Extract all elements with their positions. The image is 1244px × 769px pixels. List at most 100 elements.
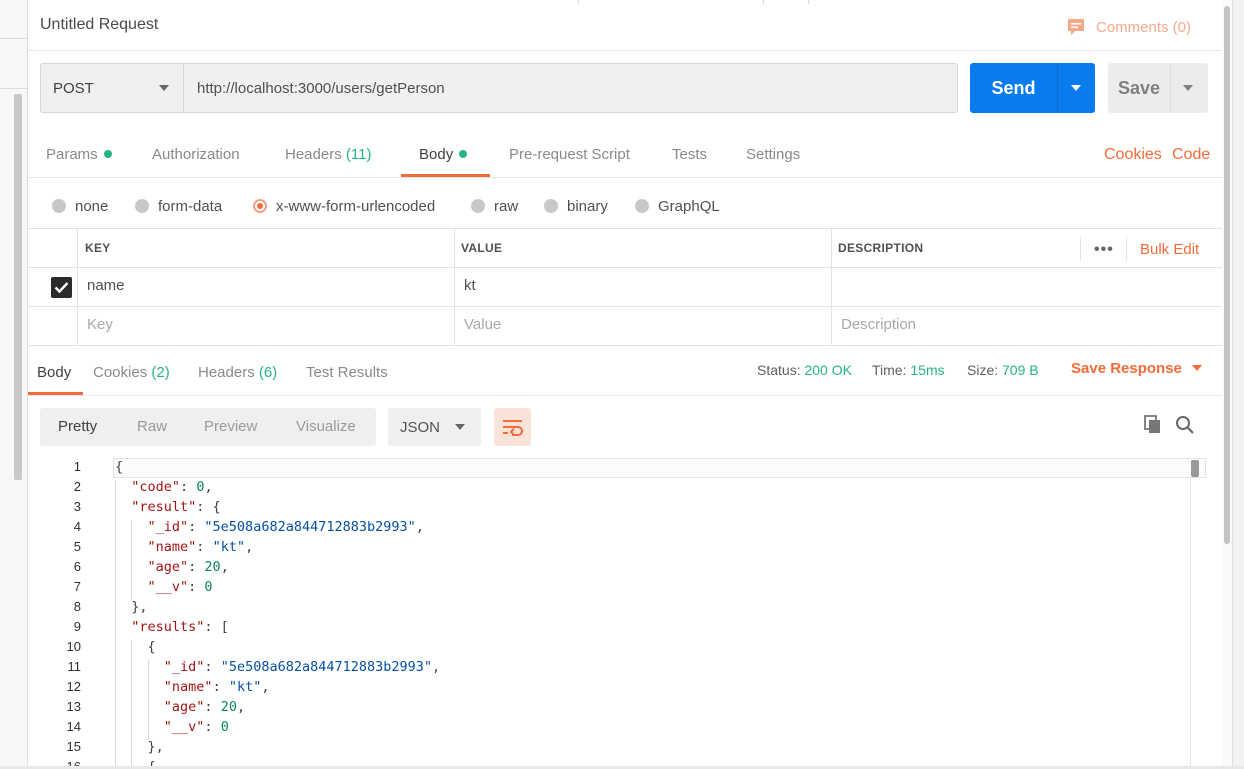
- json-key: "__v": [163, 719, 205, 735]
- tab-tests[interactable]: Tests: [672, 146, 707, 163]
- code-line: "results": [: [131, 619, 229, 635]
- json-value: "kt": [212, 539, 246, 555]
- line-number: 8: [73, 599, 81, 614]
- request-title[interactable]: Untitled Request: [40, 16, 158, 34]
- code-link[interactable]: Code: [1172, 146, 1210, 164]
- radio-circle[interactable]: [544, 199, 558, 213]
- new-description-input[interactable]: Description: [841, 316, 916, 333]
- column-divider: [454, 229, 455, 345]
- json-key: "name": [147, 539, 197, 555]
- row-checkbox[interactable]: [51, 277, 72, 298]
- radio-urlencoded[interactable]: x-www-form-urlencoded: [253, 196, 435, 216]
- new-value-input[interactable]: Value: [464, 316, 501, 333]
- radio-binary[interactable]: binary: [544, 196, 608, 216]
- save-label[interactable]: Save: [1108, 63, 1170, 113]
- radio-circle[interactable]: [135, 199, 149, 213]
- url-input[interactable]: http://localhost:3000/users/getPerson: [183, 63, 958, 113]
- main-scrollbar-thumb[interactable]: [1224, 6, 1230, 544]
- json-key: "name": [163, 679, 213, 695]
- code-line: {: [115, 639, 156, 655]
- save-response-button[interactable]: Save Response: [1071, 360, 1202, 377]
- save-response-label: Save Response: [1071, 360, 1182, 377]
- column-header-key: KEY: [85, 241, 111, 255]
- response-tab-test-results[interactable]: Test Results: [306, 364, 388, 381]
- view-pretty[interactable]: Pretty: [58, 418, 97, 435]
- row-value-field[interactable]: kt: [464, 277, 476, 294]
- json-key: "__v": [147, 579, 189, 595]
- line-number: 9: [73, 619, 81, 634]
- params-table: KEY VALUE DESCRIPTION ••• Bulk Edit name…: [28, 228, 1222, 346]
- save-button[interactable]: Save: [1108, 63, 1208, 113]
- left-scrollbar[interactable]: [14, 94, 22, 480]
- radio-form-data[interactable]: form-data: [135, 196, 222, 216]
- response-tab-headers-label: Headers: [198, 364, 255, 381]
- tab-settings[interactable]: Settings: [746, 146, 800, 163]
- response-view-toggle: Pretty Raw Preview Visualize: [40, 408, 376, 446]
- method-select[interactable]: POST: [40, 63, 184, 113]
- table-divider: [28, 345, 1222, 346]
- chevron-down-icon: [1191, 365, 1202, 371]
- editor-scrollbar-thumb[interactable]: [1191, 460, 1199, 477]
- response-tab-body[interactable]: Body: [37, 364, 71, 381]
- line-number: 10: [66, 639, 81, 654]
- radio-graphql[interactable]: GraphQL: [635, 196, 720, 216]
- send-button[interactable]: Send: [970, 63, 1095, 113]
- column-divider: [77, 229, 78, 345]
- view-preview[interactable]: Preview: [204, 418, 257, 435]
- cookies-link[interactable]: Cookies: [1104, 146, 1162, 164]
- more-options-icon[interactable]: •••: [1094, 241, 1114, 259]
- tab-headers[interactable]: Headers (11): [285, 146, 371, 163]
- format-select[interactable]: JSON: [388, 408, 481, 446]
- new-key-input[interactable]: Key: [87, 316, 113, 333]
- json-key: "_id": [163, 659, 205, 675]
- status-info[interactable]: Status: 200 OK: [757, 362, 852, 378]
- table-divider: [28, 267, 1222, 268]
- time-info[interactable]: Time: 15ms: [872, 362, 945, 378]
- bulk-edit-button[interactable]: Bulk Edit: [1140, 241, 1199, 258]
- tab-params[interactable]: Params: [46, 146, 112, 163]
- json-value: 0: [220, 719, 229, 735]
- response-tab-cookies[interactable]: Cookies (2): [93, 364, 170, 381]
- line-number: 15: [66, 739, 81, 754]
- code-line: "age": 20,: [163, 699, 246, 715]
- radio-none[interactable]: none: [52, 196, 108, 216]
- tab-prerequest-script[interactable]: Pre-request Script: [509, 146, 630, 163]
- radio-raw[interactable]: raw: [471, 196, 518, 216]
- params-indicator-dot: [103, 150, 112, 158]
- save-options-chevron-icon[interactable]: [1183, 85, 1193, 91]
- line-number: 6: [73, 559, 81, 574]
- comments-button[interactable]: Comments (0): [1066, 16, 1191, 38]
- search-icon[interactable]: [1175, 415, 1195, 439]
- url-value: http://localhost:3000/users/getPerson: [197, 79, 445, 97]
- view-raw[interactable]: Raw: [137, 418, 167, 435]
- time-label: Time:: [872, 362, 907, 378]
- tab-body[interactable]: Body: [419, 146, 468, 163]
- send-options-chevron-icon[interactable]: [1071, 85, 1081, 91]
- code-line: "name": "kt",: [147, 539, 254, 555]
- view-visualize[interactable]: Visualize: [296, 418, 356, 435]
- json-key: "code": [131, 479, 181, 495]
- json-value: 0: [204, 579, 213, 595]
- wrap-lines-button[interactable]: [494, 408, 531, 446]
- response-tab-headers[interactable]: Headers (6): [198, 364, 277, 381]
- row-key-field[interactable]: name: [87, 277, 125, 294]
- size-value: 709 B: [1002, 362, 1039, 378]
- send-label[interactable]: Send: [970, 63, 1057, 113]
- cookies-count: (2): [151, 364, 170, 381]
- body-indicator-dot: [459, 150, 468, 158]
- radio-circle[interactable]: [52, 199, 66, 213]
- radio-circle-selected[interactable]: [253, 199, 267, 213]
- code-line: "code": 0,: [131, 479, 213, 495]
- radio-circle[interactable]: [471, 199, 485, 213]
- line-number: 12: [66, 679, 81, 694]
- size-info[interactable]: Size: 709 B: [967, 362, 1039, 378]
- checkbox-check-icon: [54, 282, 69, 294]
- main-scrollbar[interactable]: [1222, 0, 1232, 769]
- radio-circle[interactable]: [635, 199, 649, 213]
- copy-icon[interactable]: [1143, 415, 1163, 439]
- send-divider: [1057, 63, 1058, 113]
- json-value: 20: [204, 559, 221, 575]
- json-key: "age": [147, 559, 189, 575]
- response-tab-cookies-label: Cookies: [93, 364, 148, 381]
- tab-authorization[interactable]: Authorization: [152, 146, 240, 163]
